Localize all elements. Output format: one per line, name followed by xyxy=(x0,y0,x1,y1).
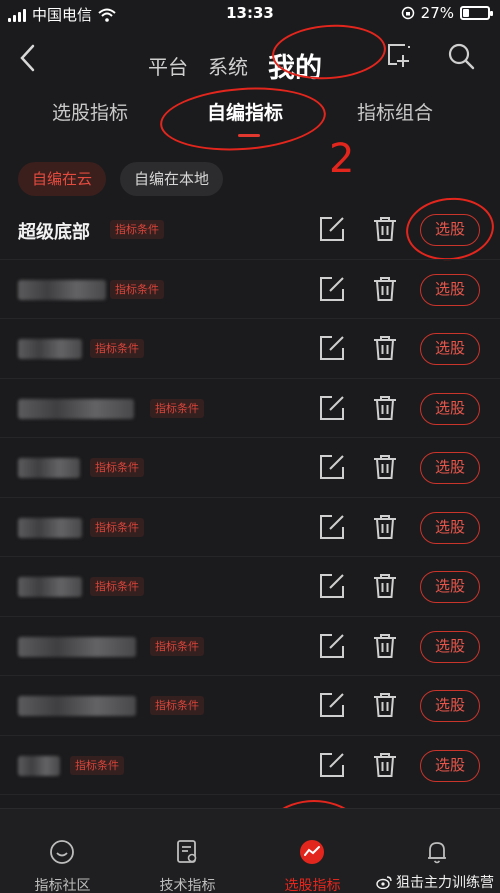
edit-icon[interactable] xyxy=(318,453,346,481)
blurred-name xyxy=(18,636,136,657)
pick-stock-button[interactable]: 选股 xyxy=(420,333,480,365)
weibo-icon xyxy=(376,876,392,889)
trash-icon[interactable] xyxy=(371,691,399,719)
nav-label: 选股指标 xyxy=(284,878,341,893)
list-item[interactable]: 指标条件 选股 xyxy=(0,498,500,557)
rotation-lock-icon xyxy=(401,6,414,20)
edit-icon[interactable] xyxy=(318,275,346,303)
edit-icon[interactable] xyxy=(318,334,346,362)
condition-tag: 指标条件 xyxy=(90,577,144,596)
pick-stock-button[interactable]: 选股 xyxy=(420,392,480,425)
nav-label: 指标社区 xyxy=(34,878,91,893)
source-toggle: 自编在云 自编在本地 xyxy=(18,162,224,196)
battery-level xyxy=(463,9,470,17)
blurred-name xyxy=(18,577,82,597)
trash-icon[interactable] xyxy=(371,453,399,481)
pick-stock-button[interactable]: 选股 xyxy=(420,511,480,544)
tab-stock-indicators[interactable]: 选股指标 xyxy=(52,98,128,125)
battery-icon xyxy=(460,6,493,20)
edit-icon[interactable] xyxy=(318,215,346,243)
blurred-name xyxy=(18,755,60,776)
edit-icon[interactable] xyxy=(318,691,346,719)
list-item[interactable]: 指标条件 选股 xyxy=(0,379,500,438)
pick-stock-button[interactable]: 选股 xyxy=(420,630,480,663)
condition-tag: 指标条件 xyxy=(90,517,144,537)
annotation-step-number: 2 xyxy=(329,136,355,182)
pick-stock-button[interactable]: 选股 xyxy=(420,273,480,306)
chart-icon xyxy=(300,840,324,864)
pick-stock-button[interactable]: 选股 xyxy=(420,749,480,782)
condition-tag: 指标条件 xyxy=(90,339,144,358)
tab-custom-indicators[interactable]: 自编指标 xyxy=(207,98,283,125)
watermark: 狙击主力训练营 xyxy=(376,872,494,892)
trash-icon[interactable] xyxy=(371,275,399,303)
pick-stock-button[interactable]: 选股 xyxy=(420,452,480,484)
back-icon[interactable] xyxy=(16,43,40,73)
nav-indicator-community[interactable]: 指标社区 xyxy=(0,809,125,893)
list-item[interactable]: 指标条件 选股 xyxy=(0,617,500,676)
bell-icon xyxy=(428,842,446,864)
condition-tag: 指标条件 xyxy=(150,696,204,715)
blurred-name xyxy=(18,696,136,716)
edit-icon[interactable] xyxy=(318,513,346,541)
edit-icon[interactable] xyxy=(318,394,346,422)
top-tabs: 平台 系统 我的 xyxy=(148,36,342,95)
indicator-list: 超级底部 指标条件 选股 指标条件 选股 指标条件 选股 指标条件 选股 指标条件 选股 指标条件 选股… xyxy=(0,200,500,855)
document-icon xyxy=(177,840,197,863)
list-item[interactable]: 指标条件 选股 xyxy=(0,260,500,319)
nav-stock-indicators[interactable]: 选股指标 xyxy=(250,809,375,893)
tab-system[interactable]: 系统 xyxy=(208,41,248,90)
status-bar: 中国电信 13:33 27% xyxy=(0,0,500,30)
tab-indicator-combos[interactable]: 指标组合 xyxy=(357,98,433,125)
pick-stock-button[interactable]: 选股 xyxy=(420,571,480,603)
blurred-name xyxy=(18,398,134,419)
indicator-name: 超级底部 xyxy=(18,222,90,243)
blurred-name xyxy=(18,279,106,300)
condition-tag: 指标条件 xyxy=(110,279,164,299)
smile-icon xyxy=(50,840,74,864)
add-icon[interactable] xyxy=(385,42,413,70)
condition-tag: 指标条件 xyxy=(150,398,204,418)
condition-tag: 指标条件 xyxy=(90,458,144,477)
condition-tag: 指标条件 xyxy=(110,220,164,239)
condition-tag: 指标条件 xyxy=(70,755,124,775)
list-item[interactable]: 指标条件 选股 xyxy=(0,438,500,498)
list-item[interactable]: 指标条件 选股 xyxy=(0,319,500,379)
edit-icon[interactable] xyxy=(318,632,346,660)
nav-technical-indicators[interactable]: 技术指标 xyxy=(125,809,250,893)
top-nav: 平台 系统 我的 xyxy=(0,30,500,88)
cloud-toggle[interactable]: 自编在云 xyxy=(18,162,107,196)
trash-icon[interactable] xyxy=(371,632,399,660)
trash-icon[interactable] xyxy=(371,751,399,779)
active-tab-underline xyxy=(238,134,260,137)
pick-stock-button[interactable]: 选股 xyxy=(420,690,480,722)
sub-tabs: 选股指标 自编指标 指标组合 xyxy=(0,90,500,140)
edit-icon[interactable] xyxy=(318,572,346,600)
watermark-text: 狙击主力训练营 xyxy=(396,875,494,891)
edit-icon[interactable] xyxy=(318,751,346,779)
list-item[interactable]: 指标条件 选股 xyxy=(0,736,500,795)
pick-stock-button[interactable]: 选股 xyxy=(420,214,480,246)
blurred-name xyxy=(18,339,82,359)
tab-mine[interactable]: 我的 xyxy=(268,36,322,95)
search-icon[interactable] xyxy=(447,42,475,70)
tab-platform[interactable]: 平台 xyxy=(148,41,188,90)
list-item[interactable]: 指标条件 选股 xyxy=(0,557,500,617)
condition-tag: 指标条件 xyxy=(150,636,204,656)
blurred-name xyxy=(18,458,80,478)
battery-percent: 27% xyxy=(420,4,454,22)
trash-icon[interactable] xyxy=(371,513,399,541)
trash-icon[interactable] xyxy=(371,394,399,422)
trash-icon[interactable] xyxy=(371,215,399,243)
blurred-name xyxy=(18,517,82,538)
trash-icon[interactable] xyxy=(371,572,399,600)
local-toggle[interactable]: 自编在本地 xyxy=(120,162,224,196)
status-right: 27% xyxy=(401,4,493,22)
list-item[interactable]: 超级底部 指标条件 选股 xyxy=(0,200,500,260)
trash-icon[interactable] xyxy=(371,334,399,362)
list-item[interactable]: 指标条件 选股 xyxy=(0,676,500,736)
nav-label: 技术指标 xyxy=(159,878,216,893)
